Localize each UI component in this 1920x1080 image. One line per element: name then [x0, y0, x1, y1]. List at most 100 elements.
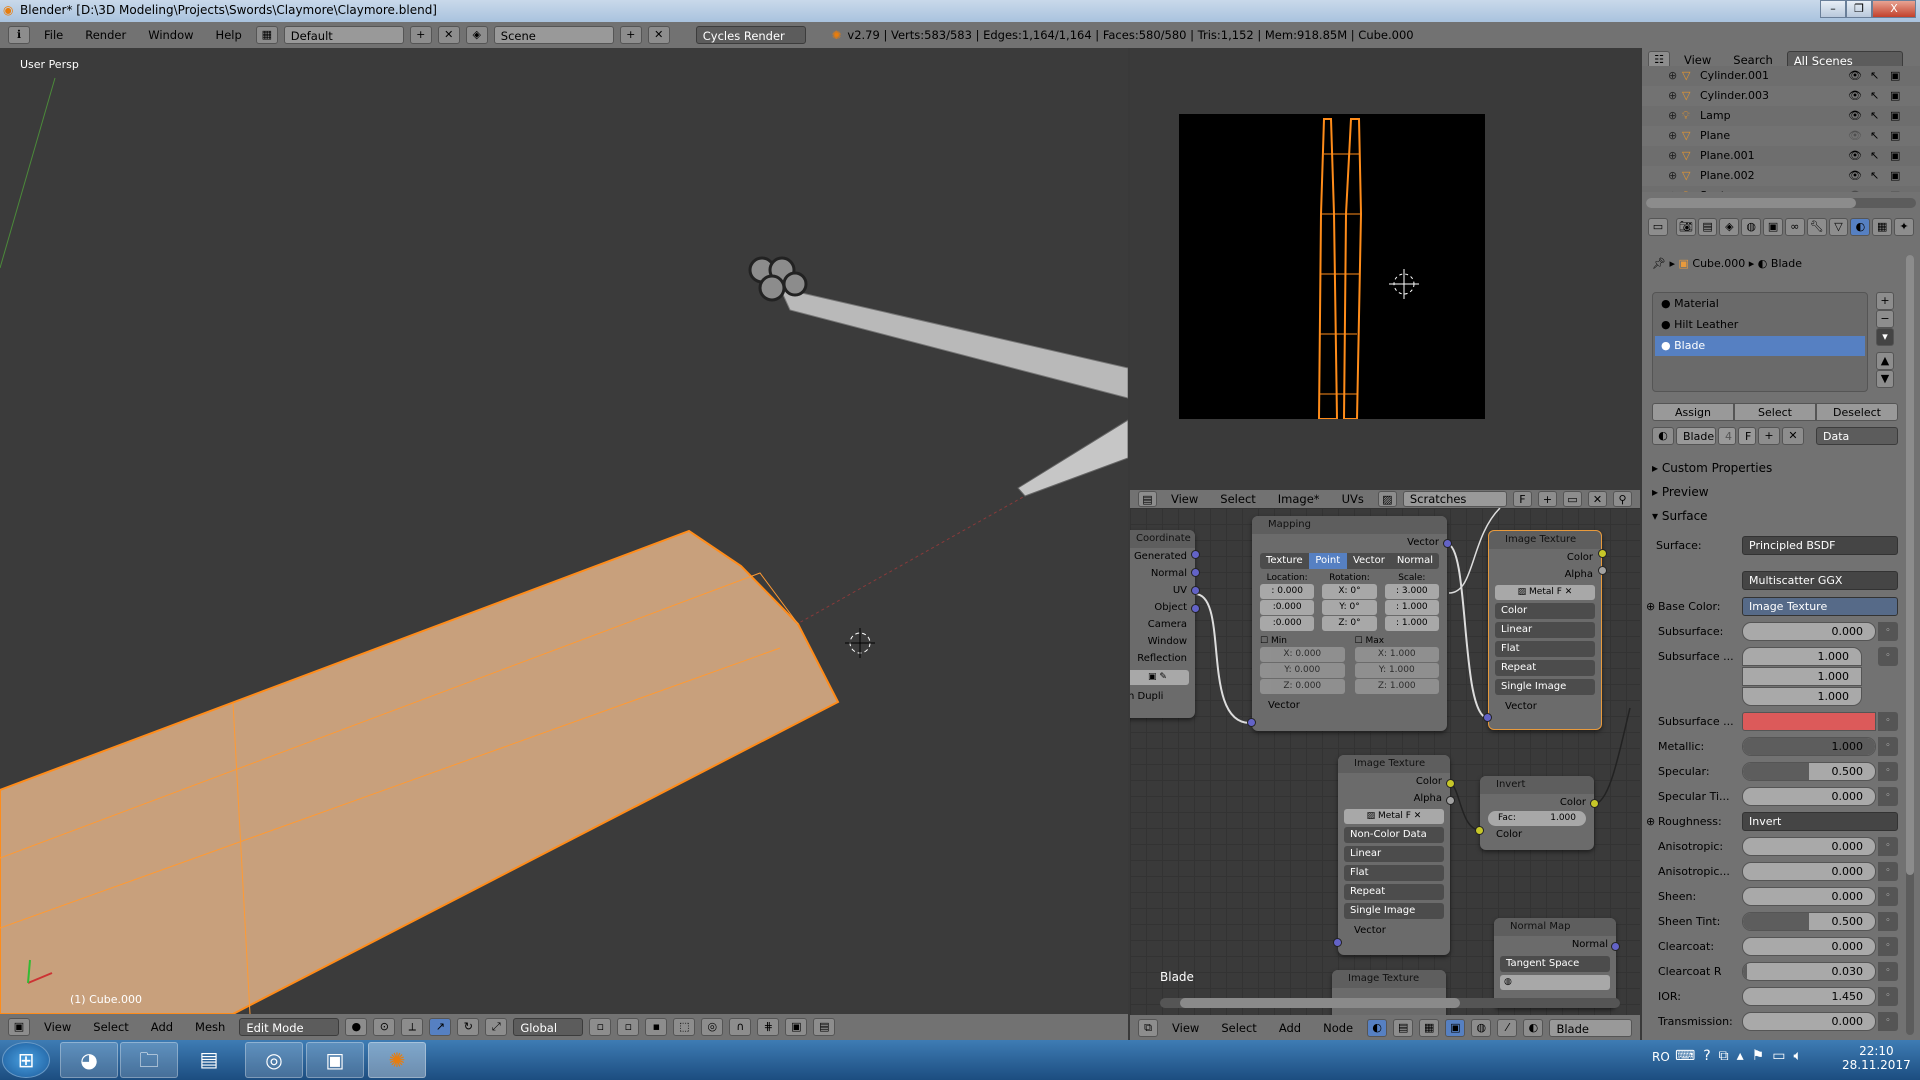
menu-uvs[interactable]: UVs [1334, 492, 1372, 506]
horizontal-scrollbar[interactable] [1160, 998, 1620, 1008]
render-layers-tab-icon[interactable]: ▤ [1697, 218, 1718, 236]
menu-select[interactable]: Select [1212, 492, 1263, 506]
screen-layout-field[interactable]: Default [283, 26, 404, 44]
material-slot[interactable]: ● Hilt Leather [1655, 315, 1865, 335]
remove-slot-icon[interactable]: − [1876, 310, 1894, 328]
value-slider[interactable]: 0.000 [1742, 862, 1876, 881]
translate-icon[interactable]: ↗ [429, 1018, 452, 1036]
menu-render[interactable]: Render [77, 28, 134, 42]
renderable-camera-icon[interactable]: ▣ [1890, 106, 1900, 126]
menu-window[interactable]: Window [140, 28, 201, 42]
menu-select[interactable]: Select [1213, 1021, 1264, 1035]
new-image-icon[interactable]: + [1537, 491, 1557, 507]
selectable-cursor-icon[interactable]: ↖ [1870, 66, 1879, 86]
socket-link-button[interactable]: ◦ [1878, 1012, 1898, 1031]
link-socket-icon[interactable]: ⊕ [1646, 815, 1655, 828]
scale-x[interactable]: : 3.000 [1384, 584, 1439, 599]
scene-icon[interactable]: ◈ [465, 26, 488, 44]
projection-select[interactable]: Flat [1344, 865, 1444, 881]
close-button[interactable]: X [1872, 0, 1916, 18]
expand-icon[interactable]: ⊕ [1668, 126, 1677, 146]
value-slider[interactable]: 0.000 [1742, 887, 1876, 906]
max-checkbox[interactable]: ☐ Max [1355, 636, 1440, 646]
fake-user-button[interactable]: F [1738, 427, 1756, 445]
extension-select[interactable]: Repeat [1495, 660, 1595, 676]
interpolation-select[interactable]: Linear [1344, 846, 1444, 862]
normal-map-node[interactable]: Normal Map Normal Tangent Space ◍ [1494, 918, 1616, 1008]
editor-type-icon[interactable]: ▤ [1138, 491, 1157, 507]
screen-layout-icon[interactable]: ▦ [255, 26, 278, 44]
socket-link-button[interactable]: ◦ [1878, 622, 1898, 641]
location-x[interactable]: : 0.000 [1260, 584, 1315, 599]
limit-selection-icon[interactable]: ⬚ [673, 1018, 696, 1036]
visibility-eye-icon[interactable]: 👁︎ [1848, 66, 1862, 86]
menu-add[interactable]: Add [1271, 1021, 1309, 1035]
tray-icons[interactable]: ⌨?⧉▴⚑▭🔈︎ [1675, 1048, 1810, 1064]
material-slot[interactable]: ● Blade [1655, 336, 1865, 356]
modifiers-tab-icon[interactable]: 🔧︎ [1806, 218, 1827, 236]
renderable-camera-icon[interactable]: ▣ [1890, 186, 1900, 192]
winrar-icon[interactable]: ▤ [180, 1042, 238, 1078]
editor-type-icon[interactable]: ▣ [8, 1018, 30, 1036]
distribution-select[interactable]: Multiscatter GGX [1742, 571, 1898, 590]
renderable-camera-icon[interactable]: ▣ [1890, 146, 1900, 166]
panel-custom-properties[interactable]: ▸ Custom Properties [1652, 461, 1772, 475]
vector-component[interactable]: 1.000 [1742, 667, 1862, 686]
color-swatch[interactable] [1742, 712, 1876, 731]
value-slider[interactable]: 0.030 [1742, 962, 1876, 981]
pivot-point-icon[interactable]: ⊙ [373, 1018, 396, 1036]
language-indicator[interactable]: RO [1652, 1050, 1670, 1064]
blender-taskbar-icon[interactable]: ✺ [368, 1042, 426, 1078]
image-texture-node[interactable]: Image Texture Color Alpha ▨ Metal F ✕ No… [1338, 755, 1450, 955]
particles-tab-icon[interactable]: ✦ [1894, 218, 1914, 236]
visibility-eye-icon[interactable]: 👁︎ [1848, 126, 1862, 146]
selectable-cursor-icon[interactable]: ↖ [1870, 106, 1879, 126]
tab-vector[interactable]: Vector [1346, 553, 1391, 569]
vector-component[interactable]: 1.000 [1742, 687, 1862, 706]
visibility-eye-icon[interactable]: 👁︎ [1848, 86, 1862, 106]
color-space-select[interactable]: Non-Color Data [1344, 827, 1444, 843]
renderable-camera-icon[interactable]: ▣ [1890, 126, 1900, 146]
outliner-item[interactable]: ⊕ ▽ Plane 👁︎ ↖ ▣ [1642, 126, 1920, 146]
socket-link-button[interactable]: ◦ [1878, 737, 1898, 756]
color-space-select[interactable]: Color [1495, 603, 1595, 619]
select-button[interactable]: Select [1734, 403, 1816, 421]
menu-file[interactable]: File [36, 28, 71, 42]
node-editor[interactable]: Coordinate Generated Normal UV Object Ca… [1130, 508, 1640, 1015]
menu-image[interactable]: Image* [1270, 492, 1328, 506]
panel-preview[interactable]: ▸ Preview [1652, 485, 1709, 499]
compositing-nodes-icon[interactable]: ▤ [1393, 1018, 1414, 1037]
render-tab-icon[interactable]: 📷︎ [1675, 218, 1696, 236]
image-name-field[interactable]: Scratches [1402, 491, 1507, 507]
location-z[interactable]: :0.000 [1260, 616, 1315, 631]
remove-layout-icon[interactable]: ✕ [437, 26, 460, 44]
new-material-icon[interactable]: + [1758, 427, 1780, 445]
invert-node[interactable]: Invert Color Fac: 1.000 Color [1480, 776, 1594, 850]
remove-scene-icon[interactable]: ✕ [647, 26, 670, 44]
rotation-y[interactable]: Y: 0° [1322, 600, 1377, 615]
minimize-button[interactable]: – [1820, 0, 1846, 18]
rotation-z[interactable]: Z: 0° [1322, 616, 1377, 631]
proportional-edit-icon[interactable]: ◎ [701, 1018, 724, 1036]
open-image-icon[interactable]: ▭ [1562, 491, 1582, 507]
material-name-field[interactable]: Blade [1549, 1018, 1633, 1037]
renderable-camera-icon[interactable]: ▣ [1890, 166, 1900, 186]
socket-link-button[interactable]: ◦ [1878, 887, 1898, 906]
max-y[interactable]: Y: 1.000 [1354, 663, 1439, 678]
menu-view[interactable]: View [1164, 1021, 1207, 1035]
socket-link-button[interactable]: ◦ [1878, 862, 1898, 881]
image-selector[interactable]: ▨ Metal F ✕ [1344, 809, 1444, 824]
max-x[interactable]: X: 1.000 [1354, 647, 1439, 662]
renderable-camera-icon[interactable]: ▣ [1890, 86, 1900, 106]
visibility-eye-icon[interactable]: 👁︎ [1848, 146, 1862, 166]
image-editor[interactable] [1130, 48, 1640, 490]
surface-shader-select[interactable]: Principled BSDF [1742, 536, 1898, 555]
linked-node-select[interactable]: Invert [1742, 812, 1898, 831]
edge-select-icon[interactable]: ▫ [617, 1018, 640, 1036]
value-slider[interactable]: 1.000 [1742, 737, 1876, 756]
selectable-cursor-icon[interactable]: ↖ [1870, 186, 1879, 192]
data-tab-icon[interactable]: ▽ [1828, 218, 1849, 236]
link-select[interactable]: Data [1816, 427, 1898, 445]
material-slot[interactable]: ● Material [1655, 294, 1865, 314]
texture-nodes-icon[interactable]: ▦ [1419, 1018, 1440, 1037]
